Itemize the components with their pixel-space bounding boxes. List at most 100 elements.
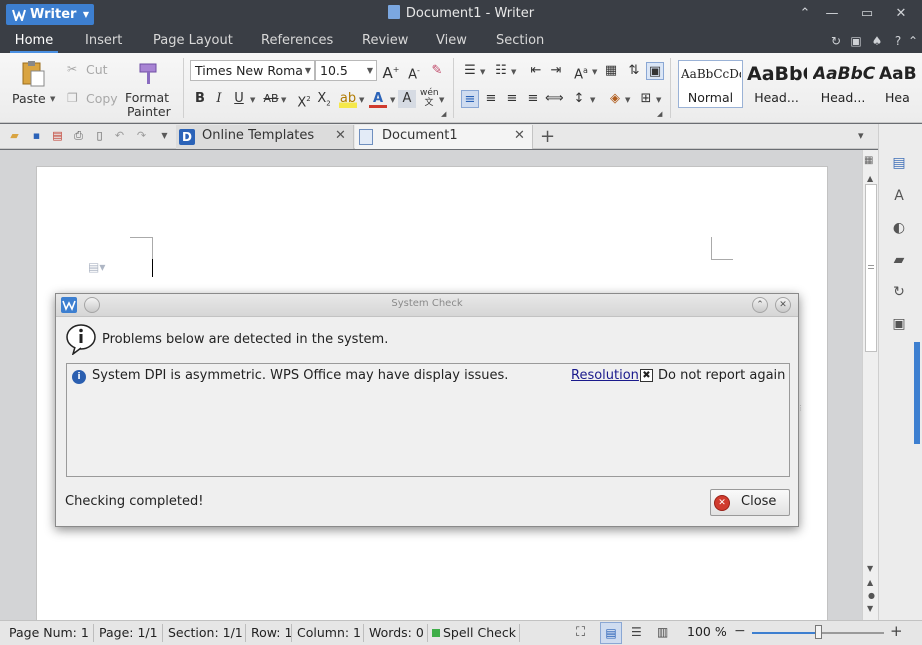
- style-heading-2[interactable]: AaBbC Head...: [810, 60, 875, 108]
- clear-format-icon[interactable]: ✎: [428, 62, 446, 80]
- align-center-icon[interactable]: ≡: [482, 90, 500, 108]
- style-heading-1[interactable]: AaBbC Head...: [744, 60, 807, 108]
- save-icon[interactable]: ▪: [29, 128, 44, 143]
- fit-page-icon[interactable]: ⛶: [576, 625, 585, 640]
- tab-section[interactable]: Section: [496, 31, 544, 53]
- zoom-out-button[interactable]: −: [734, 623, 746, 639]
- chevron-down-icon[interactable]: ▼: [480, 68, 485, 76]
- new-document-icon[interactable]: ▤: [890, 154, 908, 172]
- grow-font-icon[interactable]: A+: [382, 61, 400, 82]
- shapes-icon[interactable]: ◐: [890, 219, 908, 237]
- status-words[interactable]: Words: 0: [369, 625, 424, 640]
- tab-references[interactable]: References: [261, 31, 333, 53]
- shrink-font-icon[interactable]: A-: [405, 62, 423, 82]
- select-icon[interactable]: ▰: [890, 251, 908, 269]
- zoom-in-button[interactable]: +: [890, 622, 903, 640]
- justify-icon[interactable]: ≡: [524, 90, 542, 108]
- prev-page-icon[interactable]: ▲: [867, 578, 873, 587]
- skin-icon[interactable]: ⌃: [797, 6, 813, 22]
- minimize-button[interactable]: —: [824, 6, 840, 22]
- dialog-close-button[interactable]: ✕: [775, 297, 791, 313]
- table-icon[interactable]: ▦: [602, 62, 620, 80]
- chevron-down-icon[interactable]: ▼: [511, 68, 516, 76]
- chevron-down-icon[interactable]: ▼: [157, 128, 172, 143]
- chevron-down-icon[interactable]: ▼: [250, 96, 255, 104]
- chevron-down-icon[interactable]: ▼: [590, 96, 595, 104]
- do-not-report-checkbox[interactable]: ✖: [640, 369, 653, 382]
- status-section[interactable]: Section: 1/1: [168, 625, 243, 640]
- spell-check-button[interactable]: Spell Check: [443, 625, 516, 640]
- format-painter-icon[interactable]: [137, 62, 159, 86]
- lock-document-icon[interactable]: ▣: [890, 315, 908, 333]
- shirt-icon[interactable]: ♠: [870, 34, 884, 48]
- line-spacing-icon[interactable]: ↕: [570, 90, 588, 108]
- backup-icon[interactable]: ↻: [890, 283, 908, 301]
- open-folder-icon[interactable]: ▰: [7, 128, 22, 143]
- change-case-icon[interactable]: Aa: [572, 62, 590, 82]
- sort-icon[interactable]: ⇅: [625, 62, 643, 80]
- zoom-level[interactable]: 100 %: [687, 624, 727, 639]
- chevron-down-icon[interactable]: ▼: [390, 96, 395, 104]
- print-icon[interactable]: ⎙: [71, 128, 86, 143]
- bullets-icon[interactable]: ☰: [461, 62, 479, 80]
- style-heading-3[interactable]: AaB Hea: [876, 60, 922, 108]
- scroll-thumb[interactable]: [865, 184, 877, 352]
- web-view-icon[interactable]: ▥: [657, 625, 668, 639]
- borders-icon[interactable]: ⊞: [637, 90, 655, 108]
- style-normal[interactable]: AaBbCcDd Normal: [678, 60, 743, 108]
- tab-home[interactable]: Home: [10, 31, 58, 53]
- tab-list-icon[interactable]: ▾: [858, 129, 864, 142]
- status-page-num[interactable]: Page Num: 1: [9, 625, 89, 640]
- new-tab-button[interactable]: +: [540, 126, 555, 147]
- status-page[interactable]: Page: 1/1: [99, 625, 158, 640]
- close-tab-icon[interactable]: ✕: [514, 125, 525, 147]
- decrease-indent-icon[interactable]: ⇤: [527, 62, 545, 80]
- close-button[interactable]: ✕ Close: [710, 489, 790, 516]
- ruler-toggle-icon[interactable]: ▦: [864, 155, 873, 166]
- chevron-down-icon[interactable]: ▼: [359, 96, 364, 104]
- print-preview-icon[interactable]: ▯: [92, 128, 107, 143]
- highlight-icon[interactable]: ab: [339, 90, 357, 108]
- align-right-icon[interactable]: ≡: [503, 90, 521, 108]
- chevron-down-icon[interactable]: ▼: [656, 96, 661, 104]
- outline-view-icon[interactable]: ☰: [631, 625, 642, 639]
- page-view-icon[interactable]: ▤: [600, 622, 622, 644]
- font-dialog-launcher-icon[interactable]: ◢: [441, 110, 446, 118]
- side-panel-collapse-handle[interactable]: [914, 342, 920, 444]
- font-size-select[interactable]: 10.5 ▼: [315, 60, 377, 81]
- refresh-icon[interactable]: ↻: [829, 34, 843, 48]
- cut-button[interactable]: Cut: [86, 62, 108, 77]
- tab-page-layout[interactable]: Page Layout: [153, 31, 233, 53]
- paste-button[interactable]: Paste: [12, 91, 46, 106]
- paste-icon[interactable]: [19, 60, 47, 88]
- phonetic-guide-icon[interactable]: wén 文: [420, 88, 439, 108]
- tab-online-templates[interactable]: D Online Templates ✕: [176, 125, 354, 149]
- tab-review[interactable]: Review: [362, 31, 408, 53]
- chevron-down-icon[interactable]: ▼: [439, 96, 444, 104]
- chevron-down-icon[interactable]: ▼: [50, 95, 55, 103]
- char-shading-icon[interactable]: A: [398, 90, 416, 108]
- format-painter-label-1[interactable]: Format: [125, 90, 169, 105]
- format-painter-label-2[interactable]: Painter: [127, 104, 171, 119]
- scroll-up-icon[interactable]: ▲: [867, 174, 873, 183]
- tab-insert[interactable]: Insert: [85, 31, 122, 53]
- superscript-icon[interactable]: X2: [295, 90, 313, 110]
- font-name-select[interactable]: Times New Roma ▼: [190, 60, 315, 81]
- distributed-icon[interactable]: ⟺: [545, 90, 564, 108]
- resolution-link[interactable]: Resolution: [571, 368, 639, 383]
- vertical-scrollbar[interactable]: ▦ ▲ ▼ ▲ ● ▼: [862, 150, 878, 620]
- copy-button[interactable]: Copy: [86, 91, 118, 106]
- strikethrough-icon[interactable]: AB: [260, 90, 282, 108]
- redo-icon[interactable]: ↷: [134, 128, 149, 143]
- increase-indent-icon[interactable]: ⇥: [547, 62, 565, 80]
- chevron-up-icon[interactable]: ⌃: [906, 34, 920, 48]
- maximize-button[interactable]: ▭: [859, 6, 875, 22]
- chevron-down-icon[interactable]: ▼: [281, 96, 286, 104]
- paste-options-icon[interactable]: ▤▾: [88, 260, 105, 274]
- bold-icon[interactable]: B: [191, 90, 209, 108]
- export-pdf-icon[interactable]: ▤: [50, 128, 65, 143]
- scroll-down-icon[interactable]: ▼: [867, 564, 873, 573]
- paragraph-dialog-launcher-icon[interactable]: ◢: [657, 110, 662, 118]
- underline-icon[interactable]: U: [230, 90, 248, 108]
- tab-view[interactable]: View: [436, 31, 467, 53]
